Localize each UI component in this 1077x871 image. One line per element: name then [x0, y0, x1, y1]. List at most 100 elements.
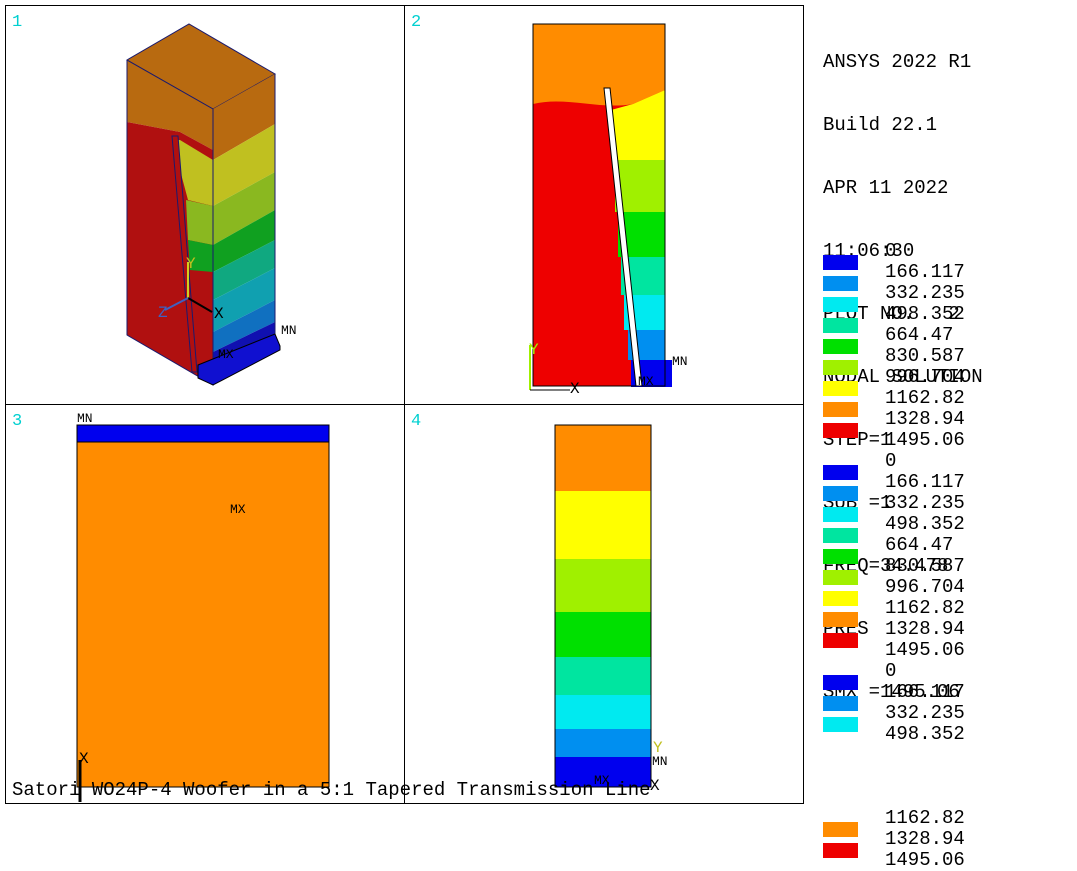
legend-swatch — [823, 297, 858, 312]
vp1-mn-label: MN — [281, 323, 297, 338]
legend-value: 664.47 — [885, 324, 954, 346]
legend-swatch — [823, 465, 858, 480]
legend-row: 166.117 — [823, 472, 1073, 493]
contour-legend-2: 0 166.117 332.235 498.352 664.47 830.587 996.7… — [823, 451, 1073, 661]
legend-swatch — [823, 675, 858, 690]
legend-value: 1495.06 — [885, 429, 965, 451]
legend-swatch — [823, 276, 858, 291]
legend-swatch — [823, 570, 858, 585]
vp2-mn-label: MN — [672, 354, 688, 369]
legend-row: 332.235 — [823, 703, 1073, 724]
legend-row: 498.352 — [823, 514, 1073, 535]
vp1-axis-y: Y — [186, 255, 196, 273]
legend-swatch — [823, 549, 858, 564]
viewport-3-number: 3 — [12, 412, 22, 431]
legend-value: 166.117 — [885, 681, 965, 703]
legend-row: 0 — [823, 451, 1073, 472]
legend-row: 996.704 — [823, 577, 1073, 598]
legend-swatch — [823, 255, 858, 270]
vp4-mn-label: MN — [652, 754, 668, 769]
vp3-mx-label: MX — [230, 502, 246, 517]
legend-value: 1328.94 — [885, 408, 965, 430]
info-build: Build 22.1 — [823, 114, 938, 136]
legend-value: 498.352 — [885, 303, 965, 325]
vp2-axis-y: Y — [529, 341, 539, 359]
viewport-1-model: Y X Z MN MX — [125, 23, 297, 386]
legend-row: 1162.82 — [823, 598, 1073, 619]
viewport-2-number: 2 — [411, 13, 421, 32]
legend-value: 1162.82 — [885, 597, 965, 619]
legend-value: 996.704 — [885, 576, 965, 598]
contour-legend-3: 0 166.117 332.235 498.352 1162.82 1328.94 1495… — [823, 661, 1073, 871]
legend-row: 498.352 — [823, 724, 1073, 745]
legend-value: 498.352 — [885, 513, 965, 535]
legend-value: 1495.06 — [885, 849, 965, 871]
legend-value: 1328.94 — [885, 828, 965, 850]
legend-row: 664.47 — [823, 325, 1073, 346]
legend-value: 1162.82 — [885, 807, 965, 829]
viewport-4-number: 4 — [411, 412, 421, 431]
legend-swatch — [823, 318, 858, 333]
legend-value: 1328.94 — [885, 618, 965, 640]
legend-swatch — [823, 843, 858, 858]
legend-row: 1162.82 — [823, 388, 1073, 409]
legend-swatch — [823, 486, 858, 501]
contour-legend-1: 0 166.117 332.235 498.352 664.47 830.587 996.7… — [823, 241, 1073, 451]
legend-swatch — [823, 402, 858, 417]
legend-value: 1495.06 — [885, 639, 965, 661]
plot-title: Satori WO24P-4 Woofer in a 5:1 Tapered T… — [12, 779, 651, 801]
vp3-mn-label: MN — [77, 411, 93, 426]
legend-swatch — [823, 822, 858, 837]
viewport-3-model: MN MX X — [76, 411, 330, 802]
legend-row: 996.704 — [823, 367, 1073, 388]
legend-value: 498.352 — [885, 723, 965, 745]
legend-row: 0 — [823, 661, 1073, 682]
legend-swatch — [823, 717, 858, 732]
vp3-axis-x: X — [79, 750, 89, 768]
legend-value: 332.235 — [885, 702, 965, 724]
legend-value: 830.587 — [885, 555, 965, 577]
legend-row: 1495.06 — [823, 850, 1073, 871]
legend-swatch — [823, 381, 858, 396]
legend-value: 166.117 — [885, 471, 965, 493]
legend-row: 332.235 — [823, 493, 1073, 514]
legend-value: 332.235 — [885, 282, 965, 304]
legend-row: 830.587 — [823, 556, 1073, 577]
legend-row: 332.235 — [823, 283, 1073, 304]
legend-value: 1162.82 — [885, 387, 965, 409]
legend-row: 1328.94 — [823, 619, 1073, 640]
legend-swatch — [823, 696, 858, 711]
legend-row: 166.117 — [823, 682, 1073, 703]
viewport-4-model: Y MN MX X — [554, 424, 668, 795]
ansys-viewports: Y X Z MN MX 1 Y X MN MX 2 MN MX X 3 Y MN… — [5, 5, 804, 804]
viewport-1-number: 1 — [12, 13, 22, 32]
legend-value: 332.235 — [885, 492, 965, 514]
legend-row: 498.352 — [823, 304, 1073, 325]
ansys-graphics-window: Y X Z MN MX 1 Y X MN MX 2 MN MX X 3 Y MN… — [0, 0, 1077, 871]
legend-row: 1162.82 — [823, 808, 1073, 829]
legend-row: 1328.94 — [823, 829, 1073, 850]
vp1-axis-z: Z — [158, 304, 168, 322]
info-date: APR 11 2022 — [823, 177, 949, 199]
legend-value: 996.704 — [885, 366, 965, 388]
legend-swatch — [823, 507, 858, 522]
legend-swatch — [823, 612, 858, 627]
vp1-axis-x: X — [214, 305, 224, 323]
legend-row: 1495.06 — [823, 430, 1073, 451]
vp1-mx-label: MX — [218, 347, 234, 362]
vp2-axis-x: X — [570, 380, 580, 398]
viewport-2-model: Y X MN MX — [529, 23, 688, 398]
legend-row: 830.587 — [823, 346, 1073, 367]
info-product: ANSYS 2022 R1 — [823, 51, 972, 73]
legend-row: 166.117 — [823, 262, 1073, 283]
legend-swatch — [823, 360, 858, 375]
legend-value: 0 — [885, 240, 897, 262]
legend-value: 166.117 — [885, 261, 965, 283]
legend-value: 664.47 — [885, 534, 954, 556]
legend-swatch — [823, 423, 858, 438]
legend-swatch — [823, 591, 858, 606]
legend-row: 1328.94 — [823, 409, 1073, 430]
legend-swatch — [823, 633, 858, 648]
legend-value: 830.587 — [885, 345, 965, 367]
legend-row: 664.47 — [823, 535, 1073, 556]
